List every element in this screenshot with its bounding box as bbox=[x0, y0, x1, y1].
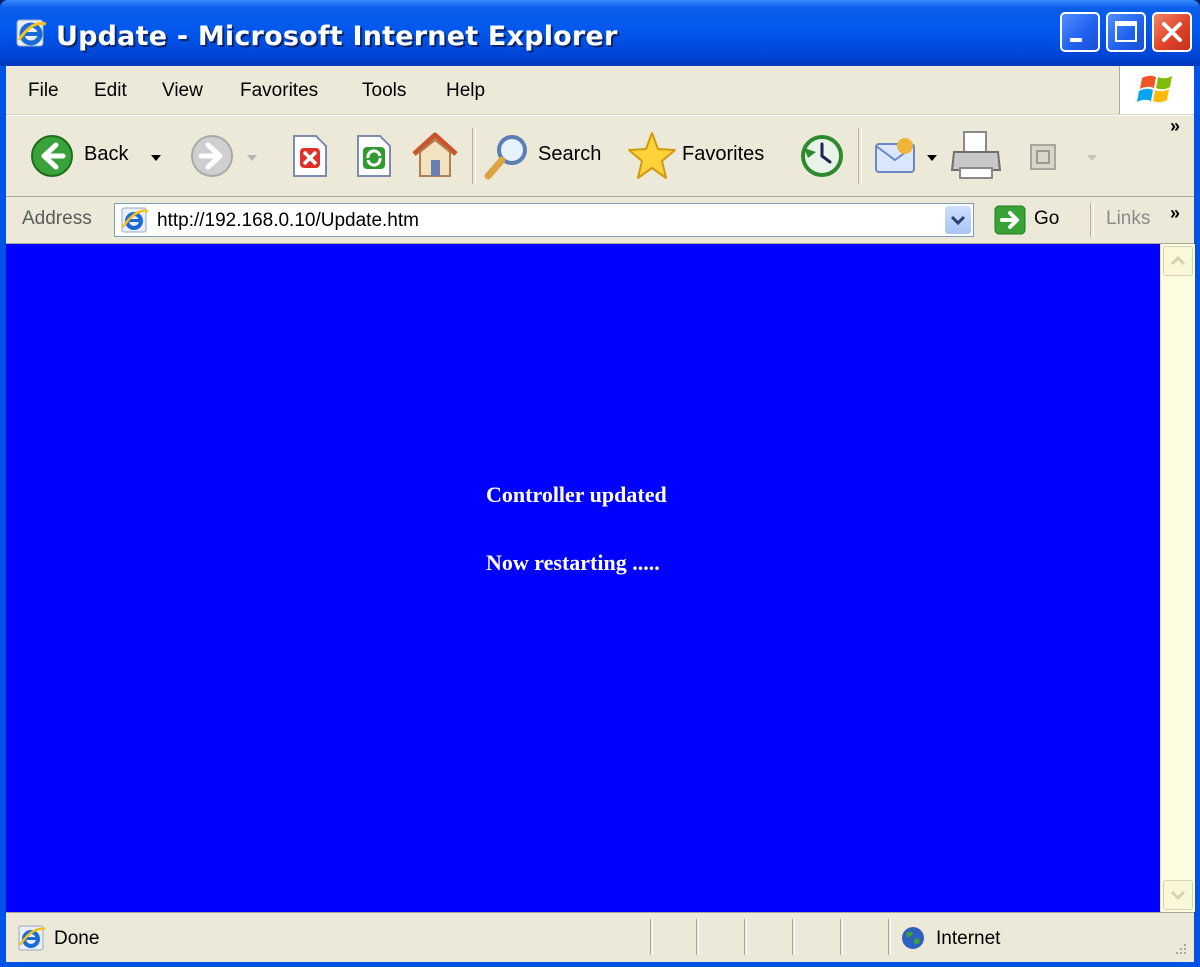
search-icon bbox=[484, 135, 527, 180]
address-input[interactable]: http://192.168.0.10/Update.htm bbox=[114, 203, 974, 237]
go-button-label[interactable]: Go bbox=[1034, 208, 1059, 230]
address-separator bbox=[1090, 203, 1094, 237]
security-zone-label: Internet bbox=[936, 928, 1001, 949]
back-button[interactable]: Back bbox=[24, 126, 178, 186]
close-icon bbox=[1162, 22, 1182, 42]
back-arrow-icon bbox=[31, 135, 73, 177]
resize-grip-icon[interactable] bbox=[1172, 940, 1188, 956]
refresh-icon[interactable] bbox=[352, 134, 394, 178]
status-pane-divider bbox=[744, 919, 747, 955]
window-frame: File Edit View Favorites Tools Help Back… bbox=[6, 66, 1195, 962]
status-pane-divider bbox=[696, 919, 699, 955]
back-dropdown-icon[interactable] bbox=[150, 153, 162, 163]
windows-logo-icon bbox=[1137, 75, 1172, 103]
browser-window: Update - Microsoft Internet Explorer Fil… bbox=[0, 0, 1200, 967]
title-bar[interactable]: Update - Microsoft Internet Explorer bbox=[0, 0, 1200, 66]
vertical-scrollbar[interactable] bbox=[1160, 244, 1195, 912]
mail-icon bbox=[875, 138, 915, 173]
toolbar-separator bbox=[472, 128, 476, 184]
status-pane-divider bbox=[650, 919, 653, 955]
standard-toolbar: Back Search Favorites » bbox=[6, 115, 1194, 197]
status-bar: Done Internet bbox=[6, 912, 1194, 962]
toolbar-overflow-chevron[interactable]: » bbox=[1170, 116, 1180, 137]
minimize-button[interactable] bbox=[1060, 12, 1100, 52]
status-message-restarting: Now restarting ..... bbox=[486, 550, 660, 575]
favorites-button[interactable]: Favorites bbox=[626, 126, 786, 186]
window-title: Update - Microsoft Internet Explorer bbox=[56, 21, 618, 52]
favorites-star-icon bbox=[628, 132, 676, 179]
edit-dropdown-icon bbox=[1087, 155, 1097, 161]
edit-icon bbox=[1030, 144, 1056, 170]
status-pane-divider bbox=[792, 919, 795, 955]
status-message-updated: Controller updated bbox=[486, 482, 667, 507]
internet-zone-globe-icon bbox=[902, 927, 924, 949]
favorites-label: Favorites bbox=[682, 143, 765, 165]
print-icon[interactable] bbox=[950, 130, 1004, 182]
go-arrow-icon[interactable] bbox=[994, 205, 1026, 235]
toolbar-separator bbox=[858, 128, 862, 184]
page-ie-icon bbox=[121, 207, 149, 233]
links-label[interactable]: Links bbox=[1106, 208, 1150, 230]
ie-logo-icon bbox=[16, 19, 47, 47]
maximize-button[interactable] bbox=[1106, 12, 1146, 52]
stop-icon[interactable] bbox=[288, 134, 330, 178]
home-icon[interactable] bbox=[410, 130, 460, 180]
forward-arrow-icon bbox=[191, 135, 233, 177]
menu-help[interactable]: Help bbox=[446, 80, 485, 102]
forward-button[interactable] bbox=[188, 126, 262, 186]
history-icon[interactable] bbox=[798, 132, 846, 180]
scroll-down-button[interactable] bbox=[1163, 880, 1193, 910]
forward-dropdown-icon bbox=[247, 155, 257, 161]
menu-file[interactable]: File bbox=[28, 80, 59, 102]
status-pane-divider bbox=[840, 919, 843, 955]
windows-flag-logo bbox=[1119, 66, 1194, 114]
menu-view[interactable]: View bbox=[162, 80, 203, 102]
search-button[interactable]: Search bbox=[482, 126, 612, 186]
minimize-icon bbox=[1070, 38, 1082, 42]
links-overflow-chevron[interactable]: » bbox=[1170, 203, 1180, 224]
address-label: Address bbox=[22, 208, 92, 229]
chevron-down-icon bbox=[950, 215, 966, 226]
page-done-icon bbox=[18, 925, 46, 951]
address-bar: Address http://192.168.0.10/Update.htm G… bbox=[6, 197, 1194, 244]
page-content: Controller updated Now restarting ..... bbox=[6, 244, 1160, 912]
close-button[interactable] bbox=[1152, 12, 1192, 52]
menu-favorites[interactable]: Favorites bbox=[240, 80, 318, 102]
chevron-up-icon bbox=[1170, 255, 1186, 266]
back-label: Back bbox=[84, 143, 129, 165]
mail-dropdown-icon bbox=[927, 155, 937, 161]
search-label: Search bbox=[538, 143, 602, 165]
menu-tools[interactable]: Tools bbox=[362, 80, 406, 102]
address-url: http://192.168.0.10/Update.htm bbox=[157, 210, 419, 231]
address-dropdown-button[interactable] bbox=[945, 206, 971, 234]
mail-button[interactable] bbox=[872, 126, 948, 186]
maximize-icon bbox=[1115, 21, 1137, 42]
menu-edit[interactable]: Edit bbox=[94, 80, 127, 102]
scroll-up-button[interactable] bbox=[1163, 246, 1193, 276]
status-pane-divider bbox=[888, 919, 891, 955]
menu-bar: File Edit View Favorites Tools Help bbox=[6, 66, 1194, 115]
chevron-down-icon bbox=[1170, 890, 1186, 901]
status-text: Done bbox=[54, 928, 100, 949]
